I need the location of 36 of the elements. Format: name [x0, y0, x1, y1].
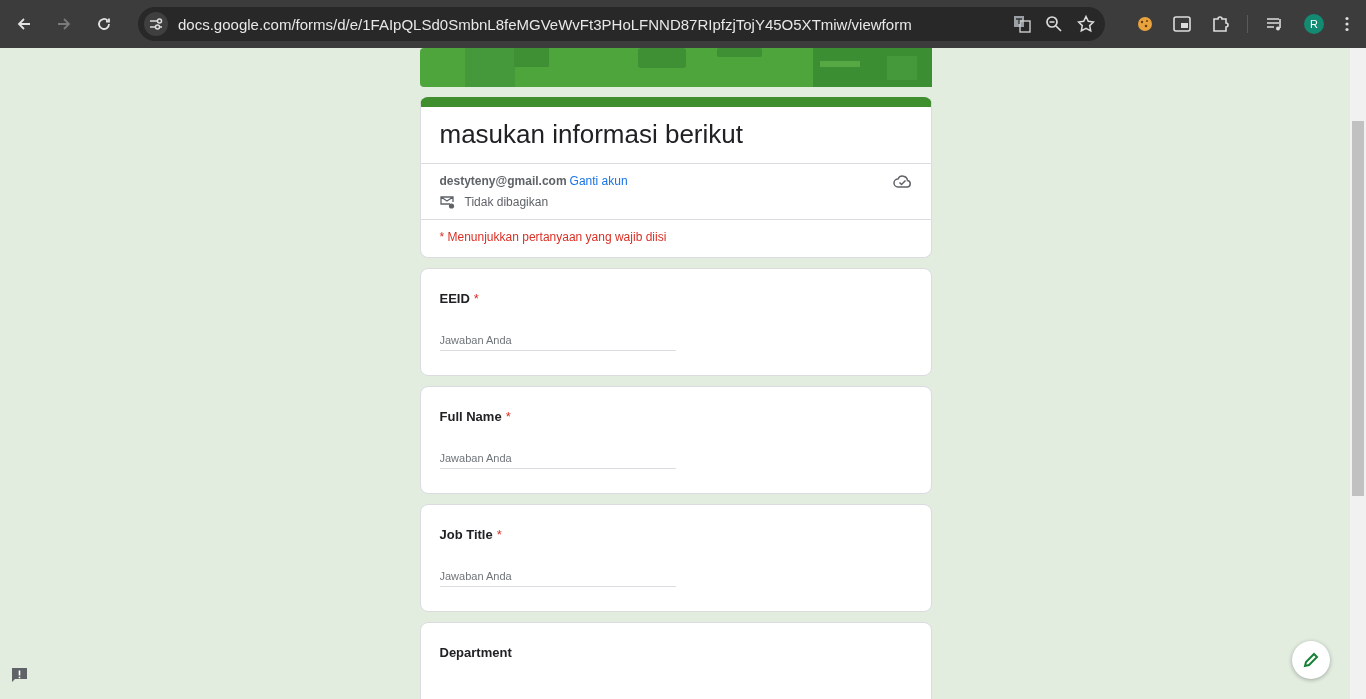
address-bar[interactable]: docs.google.com/forms/d/e/1FAIpQLSd0SmbnL8feMGVeWvFt3PHoLFNND87RIpfzjTojY45O5XTmiw/viewform — [138, 7, 1105, 41]
back-arrow-icon — [16, 16, 32, 32]
menu-icon[interactable] — [1344, 16, 1350, 32]
required-asterisk: * — [505, 409, 511, 424]
site-settings-icon[interactable] — [144, 12, 168, 36]
profile-avatar[interactable]: R — [1304, 14, 1324, 34]
scrollbar[interactable] — [1350, 48, 1366, 699]
media-controls-icon[interactable] — [1266, 16, 1284, 32]
question-label: Job Title — [439, 527, 493, 542]
question-label: Department — [439, 645, 512, 660]
switch-account-link[interactable]: Ganti akun — [569, 174, 628, 188]
answer-field[interactable]: Jawaban Anda — [439, 452, 676, 469]
forward-arrow-icon — [56, 16, 72, 32]
extensions-icon[interactable] — [1211, 15, 1229, 33]
report-icon[interactable] — [11, 667, 28, 684]
form-title: masukan informasi berikut — [420, 107, 931, 164]
cookie-icon[interactable] — [1137, 16, 1153, 32]
bookmark-star-icon[interactable] — [1077, 15, 1095, 33]
question-label: EEID — [439, 291, 470, 306]
answer-field[interactable]: Jawaban Anda — [439, 334, 676, 351]
required-asterisk: * — [496, 527, 502, 542]
required-note: * Menunjukkan pertanyaan yang wajib diisi — [438, 229, 668, 246]
question-label: Full Name — [439, 409, 502, 424]
picture-in-picture-icon[interactable] — [1173, 16, 1191, 32]
reload-icon — [96, 16, 112, 32]
required-asterisk: * — [473, 291, 479, 306]
cloud-saved-icon — [892, 174, 912, 188]
edit-button[interactable] — [1292, 641, 1330, 679]
sharing-status: Tidak dibagikan — [464, 195, 549, 209]
zoom-icon[interactable] — [1045, 15, 1063, 33]
account-email: destyteny@gmail.com — [439, 174, 567, 188]
url-text: docs.google.com/forms/d/e/1FAIpQLSd0SmbnL8feMGVeWvFt3PHoLFNND87RIpfzjTojY45O5XTmiw/viewform — [178, 15, 912, 33]
translate-icon[interactable] — [1013, 15, 1031, 33]
mail-blocked-icon — [439, 195, 455, 209]
pencil-icon — [1302, 651, 1320, 669]
answer-field[interactable]: Jawaban Anda — [439, 570, 676, 587]
